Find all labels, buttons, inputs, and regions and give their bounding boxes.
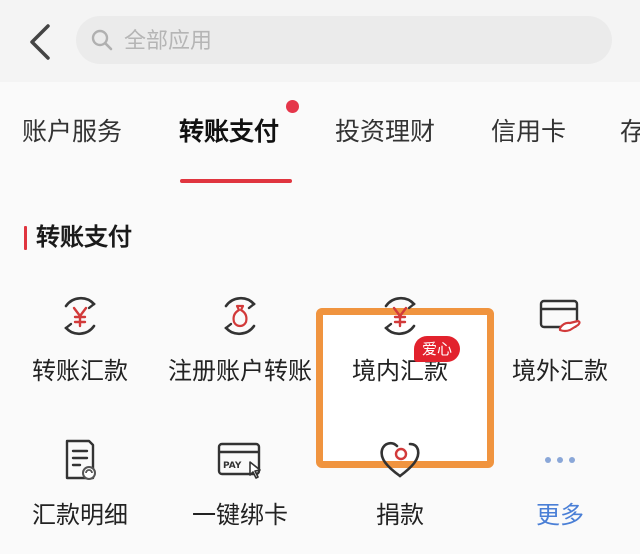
- grid-item-label: 转账汇款: [32, 357, 128, 385]
- active-tab-indicator: [180, 179, 292, 183]
- search-icon: [91, 29, 113, 51]
- bind-card-icon: PAY: [217, 442, 261, 479]
- search-input[interactable]: [122, 16, 586, 66]
- grid-item-donation[interactable]: 捐款: [320, 432, 480, 542]
- grid-item-bind-card[interactable]: PAY 一键绑卡: [160, 432, 320, 542]
- section-accent-bar: [24, 226, 27, 250]
- donation-heart-icon: [380, 441, 420, 478]
- notification-dot: [286, 100, 299, 113]
- grid-item-label: 注册账户转账: [168, 357, 312, 385]
- transfer-yuan-icon: [64, 296, 96, 336]
- tab-account-services[interactable]: 账户服务: [22, 112, 122, 152]
- grid-item-label: 汇款明细: [32, 501, 128, 529]
- grid-item-remit-detail[interactable]: 汇款明细: [0, 432, 160, 542]
- category-tabs: 账户服务 转账支付 投资理财 信用卡 存: [0, 82, 640, 192]
- more-dots-icon: [545, 457, 575, 463]
- grid-item-label: 境内汇款: [352, 357, 448, 385]
- tab-investment[interactable]: 投资理财: [335, 112, 435, 152]
- back-arrow-icon[interactable]: [24, 20, 60, 64]
- grid-item-label: 境外汇款: [512, 357, 608, 385]
- grid-item-account-transfer[interactable]: 注册账户转账: [160, 288, 320, 398]
- svg-text:PAY: PAY: [223, 461, 242, 471]
- domestic-remit-icon: [384, 296, 416, 336]
- account-transfer-icon: [224, 296, 256, 336]
- tab-credit-card[interactable]: 信用卡: [491, 112, 566, 152]
- search-bar[interactable]: [76, 16, 612, 66]
- top-bar: [0, 0, 640, 82]
- tab-transfer-payment[interactable]: 转账支付: [179, 112, 279, 152]
- grid-item-overseas-remit[interactable]: 境外汇款: [480, 288, 640, 398]
- grid-item-label: 更多: [536, 501, 584, 529]
- grid-item-more[interactable]: 更多: [480, 432, 640, 542]
- grid-item-transfer[interactable]: 转账汇款: [0, 288, 160, 398]
- grid-item-label: 一键绑卡: [192, 501, 288, 529]
- section-title-text: 转账支付: [36, 223, 132, 251]
- overseas-remit-icon: [539, 299, 581, 333]
- tab-deposit[interactable]: 存: [620, 112, 640, 152]
- love-badge: 爱心: [414, 336, 461, 362]
- remit-detail-icon: [65, 439, 96, 480]
- grid-item-label: 捐款: [376, 501, 424, 529]
